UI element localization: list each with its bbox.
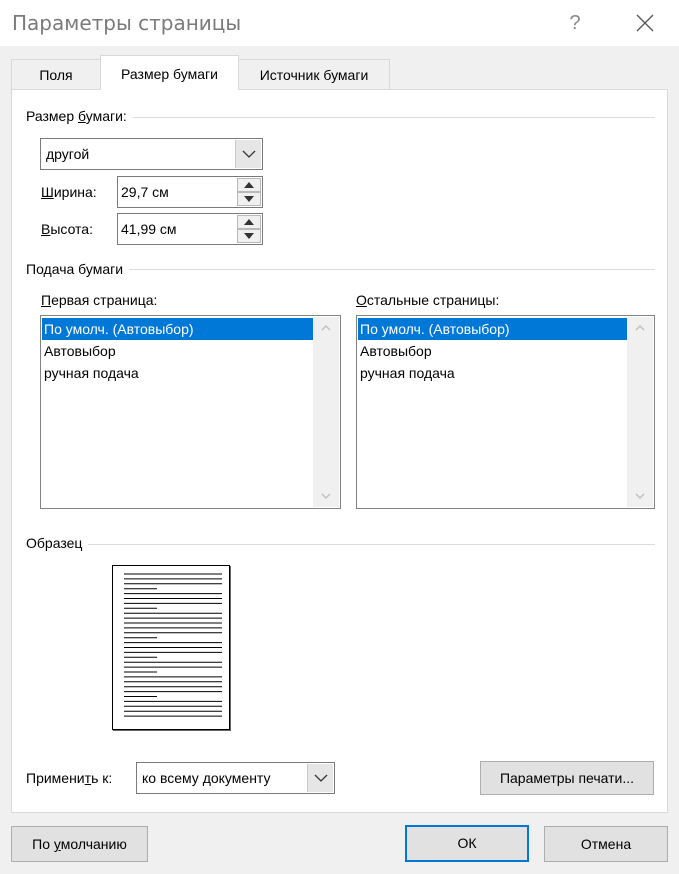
apply-to-dropdown-button[interactable] xyxy=(307,764,333,792)
scroll-up-icon[interactable] xyxy=(635,325,645,331)
width-spinner[interactable]: 29,7 см xyxy=(117,176,263,208)
group-label-paper-source: Подача бумаги xyxy=(26,261,130,277)
scroll-down-icon[interactable] xyxy=(635,493,645,499)
width-decrement-button[interactable] xyxy=(237,192,261,206)
other-pages-listbox[interactable]: По умолч. (Автовыбор) Автовыбор ручная п… xyxy=(356,315,655,509)
print-options-button[interactable]: Параметры печати... xyxy=(480,761,654,795)
help-button[interactable]: ? xyxy=(558,6,592,40)
width-value[interactable]: 29,7 см xyxy=(121,177,169,207)
apply-to-select[interactable]: ко всему документу xyxy=(136,762,335,794)
set-default-button[interactable]: По умолчанию xyxy=(11,826,148,862)
scrollbar[interactable] xyxy=(627,317,653,507)
height-spinner[interactable]: 41,99 см xyxy=(117,213,263,245)
tab-paper-size[interactable]: Размер бумаги xyxy=(100,55,239,90)
list-item[interactable]: Автовыбор xyxy=(42,340,313,362)
list-item[interactable]: ручная подача xyxy=(358,362,627,384)
dialog-title: Параметры страницы xyxy=(12,11,242,35)
list-item[interactable]: Автовыбор xyxy=(358,340,627,362)
title-bar: Параметры страницы ? xyxy=(0,0,679,46)
scroll-down-icon[interactable] xyxy=(321,493,331,499)
triangle-down-icon xyxy=(244,233,254,239)
scrollbar[interactable] xyxy=(313,317,339,507)
paper-size-dropdown-button[interactable] xyxy=(235,140,261,168)
triangle-up-icon xyxy=(244,182,254,188)
height-label: Высота: xyxy=(41,221,93,237)
other-pages-label: Остальные страницы: xyxy=(356,292,500,308)
chevron-down-icon xyxy=(314,774,328,782)
paper-size-value: другой xyxy=(46,146,90,162)
apply-to-value: ко всему документу xyxy=(142,770,271,786)
height-increment-button[interactable] xyxy=(237,215,261,229)
group-divider-preview xyxy=(25,544,655,545)
height-value[interactable]: 41,99 см xyxy=(121,214,177,244)
list-item[interactable]: ручная подача xyxy=(42,362,313,384)
list-item[interactable]: По умолч. (Автовыбор) xyxy=(358,318,627,340)
width-increment-button[interactable] xyxy=(237,178,261,192)
page-preview xyxy=(112,565,230,730)
first-page-label: Первая страница: xyxy=(41,292,158,308)
preview-text-lines xyxy=(124,573,222,717)
apply-to-label: Применить к: xyxy=(26,770,113,786)
list-item[interactable]: По умолч. (Автовыбор) xyxy=(42,318,313,340)
group-label-paper-size: Размер бумаги: xyxy=(26,108,133,124)
close-icon xyxy=(636,14,654,32)
close-button[interactable] xyxy=(628,6,662,40)
scroll-up-icon[interactable] xyxy=(321,325,331,331)
first-page-listbox[interactable]: По умолч. (Автовыбор) Автовыбор ручная п… xyxy=(40,315,341,509)
chevron-down-icon xyxy=(242,150,256,158)
width-label: Ширина: xyxy=(41,184,97,200)
cancel-button[interactable]: Отмена xyxy=(544,826,668,862)
triangle-up-icon xyxy=(244,219,254,225)
group-label-preview: Образец xyxy=(26,535,89,551)
ok-button[interactable]: ОК xyxy=(405,825,529,862)
height-decrement-button[interactable] xyxy=(237,229,261,243)
triangle-down-icon xyxy=(244,196,254,202)
tab-margins[interactable]: Поля xyxy=(11,59,101,91)
paper-size-select[interactable]: другой xyxy=(40,138,263,170)
tab-paper-source[interactable]: Источник бумаги xyxy=(238,59,390,91)
